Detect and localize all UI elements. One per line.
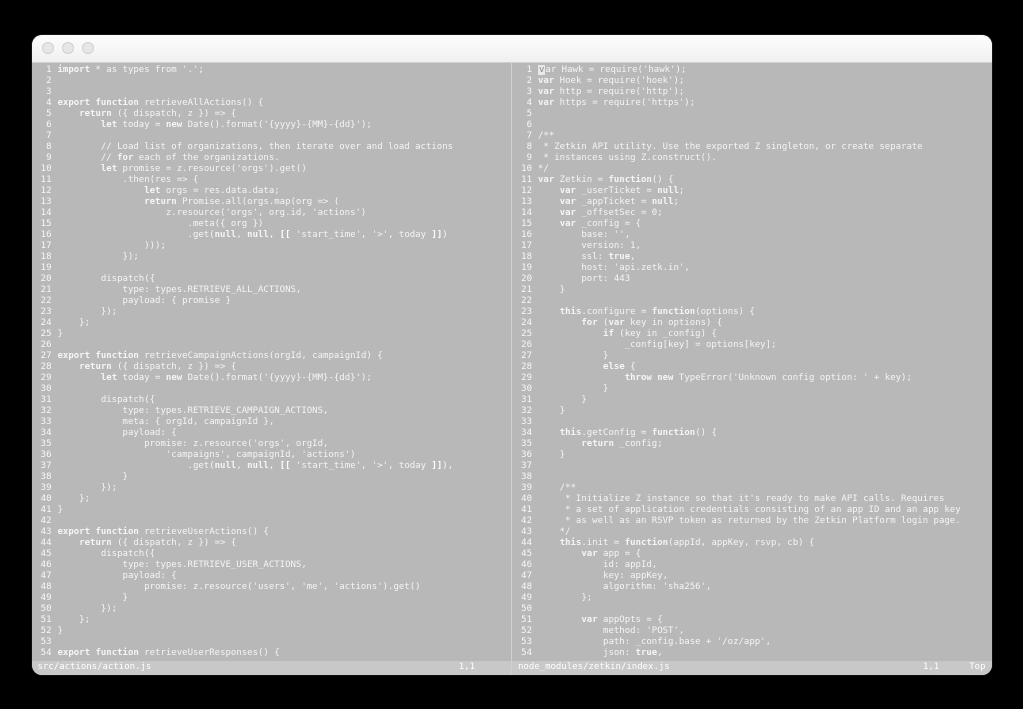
editor-split: 1import * as types from '.';234export fu… bbox=[32, 63, 992, 675]
left-cursor-pos: 1,1 bbox=[459, 662, 475, 673]
right-code[interactable]: 1var Hawk = require('hawk');2var Hoek = … bbox=[512, 63, 992, 661]
right-cursor-pos: 1,1 bbox=[923, 662, 939, 673]
left-file-path: src/actions/action.js bbox=[38, 662, 152, 673]
close-icon[interactable] bbox=[42, 42, 54, 54]
right-status-bar: node_modules/zetkin/index.js 1,1 Top bbox=[512, 661, 992, 675]
terminal-window: 1import * as types from '.';234export fu… bbox=[32, 35, 992, 675]
window-titlebar[interactable] bbox=[32, 35, 992, 63]
right-file-path: node_modules/zetkin/index.js bbox=[518, 662, 670, 673]
right-pane[interactable]: 1var Hawk = require('hawk');2var Hoek = … bbox=[512, 63, 992, 675]
minimize-icon[interactable] bbox=[62, 42, 74, 54]
left-status-bar: src/actions/action.js 1,1 bbox=[32, 661, 512, 675]
left-code[interactable]: 1import * as types from '.';234export fu… bbox=[32, 63, 512, 661]
zoom-icon[interactable] bbox=[82, 42, 94, 54]
right-mode: Top bbox=[969, 662, 985, 673]
left-pane[interactable]: 1import * as types from '.';234export fu… bbox=[32, 63, 513, 675]
